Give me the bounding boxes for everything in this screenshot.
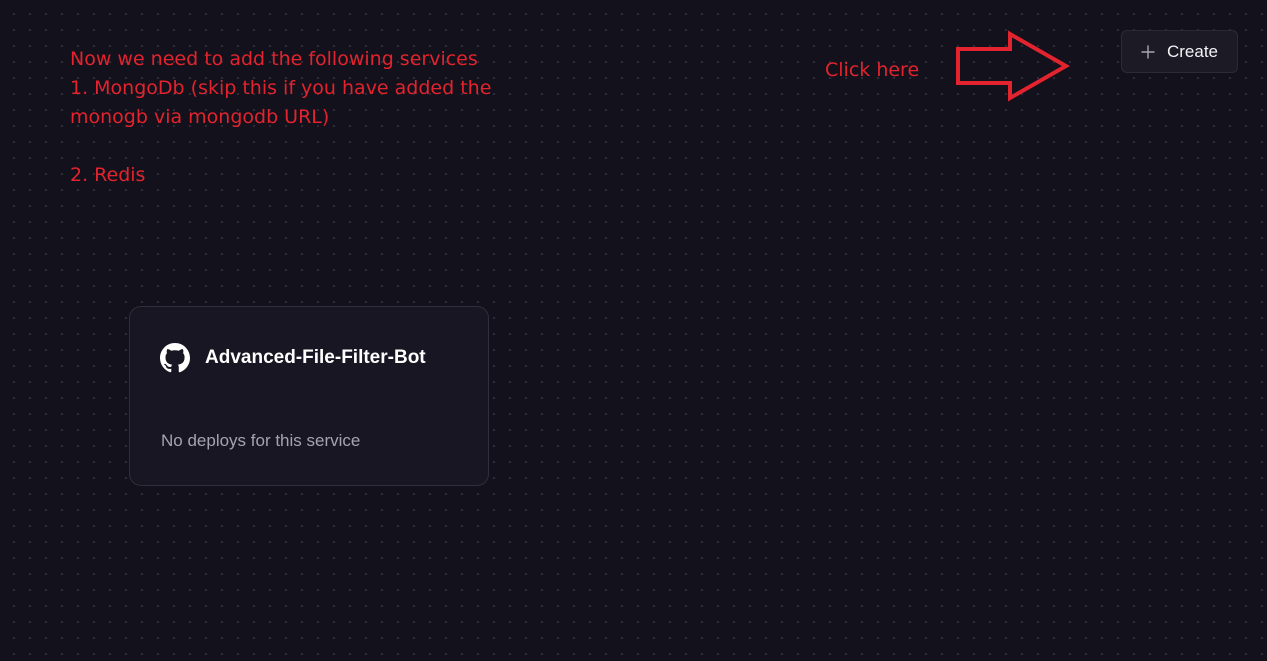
service-card-header: Advanced-File-Filter-Bot [160, 343, 426, 373]
create-button[interactable]: Create [1121, 30, 1238, 73]
instructions-line-2: 1. MongoDb (skip this if you have added … [70, 77, 492, 99]
right-arrow-icon [956, 30, 1070, 102]
instructions-line-1: Now we need to add the following service… [70, 48, 478, 70]
service-name: Advanced-File-Filter-Bot [205, 347, 426, 368]
plus-icon [1141, 44, 1155, 59]
instructions-annotation: Now we need to add the following service… [70, 45, 540, 190]
github-icon [160, 343, 190, 373]
instructions-line-4: 2. Redis [70, 164, 146, 186]
instructions-spacer [70, 132, 540, 161]
deploy-status: No deploys for this service [161, 431, 361, 450]
service-card[interactable]: Advanced-File-Filter-Bot No deploys for … [129, 306, 489, 486]
create-button-label: Create [1166, 41, 1219, 61]
click-hint-annotation: Click here [825, 59, 920, 81]
instructions-line-3: monogb via mongodb URL) [70, 106, 330, 128]
